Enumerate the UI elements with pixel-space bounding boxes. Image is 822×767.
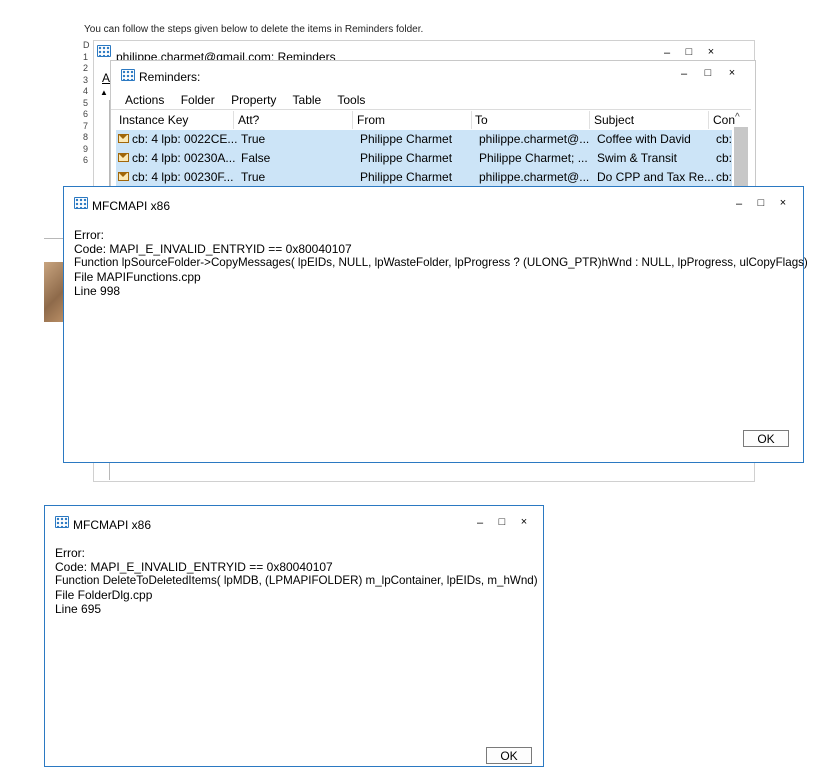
- menu-bar: Actions Folder Property Table Tools: [125, 93, 378, 107]
- cell-instance-key: cb: 4 lpb: 00230F...: [118, 170, 233, 184]
- error-label: Error:: [74, 228, 104, 242]
- col-separator: [352, 111, 353, 129]
- error-label: Error:: [55, 546, 85, 560]
- reminders-titlebar[interactable]: Reminders: – □ ×: [111, 61, 755, 89]
- app-icon: [121, 69, 135, 81]
- error-dialog-2-titlebar[interactable]: MFCMAPI x86 – □ ×: [45, 506, 543, 534]
- col-separator: [589, 111, 590, 129]
- error-code: Code: MAPI_E_INVALID_ENTRYID == 0x800401…: [74, 242, 352, 256]
- scrollbar-thumb[interactable]: [734, 127, 748, 189]
- cell-att: True: [241, 170, 266, 184]
- gutter-number: D: [83, 40, 90, 50]
- error-dialog-2-title: MFCMAPI x86: [73, 518, 152, 532]
- error-dialog-1-titlebar[interactable]: MFCMAPI x86 – □ ×: [64, 187, 803, 215]
- gutter-number: 7: [83, 120, 89, 131]
- instruction-text: You can follow the steps given below to …: [84, 24, 424, 35]
- gutter-number: 5: [83, 97, 89, 108]
- col-separator: [708, 111, 709, 129]
- error-line: Line 998: [74, 284, 121, 298]
- cell-from: Philippe Charmet: [360, 170, 453, 184]
- col-separator: [471, 111, 472, 129]
- menu-folder[interactable]: Folder: [181, 93, 215, 107]
- gutter-number: 2: [83, 63, 89, 73]
- menu-actions[interactable]: Actions: [125, 93, 164, 107]
- ok-button[interactable]: OK: [743, 430, 789, 447]
- bg-window-side-letter: A: [102, 71, 111, 85]
- background-photo: [44, 262, 64, 322]
- error-line: Line 695: [55, 602, 102, 616]
- cell-att: True: [241, 132, 266, 146]
- minimize-button[interactable]: –: [656, 47, 678, 59]
- gutter-number: 8: [83, 132, 89, 142]
- app-icon: [55, 516, 69, 528]
- app-icon: [74, 197, 88, 209]
- cell-instance-key: cb: 4 lpb: 00230A...: [118, 151, 235, 165]
- close-button[interactable]: ×: [772, 197, 794, 209]
- minimize-button[interactable]: –: [728, 198, 750, 210]
- gutter-number: 1: [83, 51, 89, 62]
- menu-table[interactable]: Table: [293, 93, 322, 107]
- col-header-con[interactable]: Con: [713, 113, 735, 127]
- minimize-button[interactable]: –: [469, 517, 491, 529]
- envelope-icon: [118, 153, 129, 162]
- cell-subject: Swim & Transit: [597, 151, 678, 165]
- reminders-title: Reminders:: [139, 70, 201, 84]
- maximize-button[interactable]: □: [697, 67, 719, 79]
- menu-tools[interactable]: Tools: [337, 93, 365, 107]
- ok-button[interactable]: OK: [486, 747, 532, 764]
- background-divider: [44, 238, 64, 239]
- cell-con: cb:: [716, 151, 733, 165]
- minimize-button[interactable]: –: [673, 68, 695, 80]
- col-header-subject[interactable]: Subject: [594, 113, 634, 127]
- error-file: File MAPIFunctions.cpp: [74, 270, 201, 284]
- col-header-att[interactable]: Att?: [238, 113, 259, 127]
- cell-to: philippe.charmet@...: [479, 170, 590, 184]
- cell-subject: Coffee with David: [597, 132, 691, 146]
- table-row[interactable]: cb: 4 lpb: 0022CE... True Philippe Charm…: [116, 130, 732, 149]
- cell-instance-key: cb: 4 lpb: 0022CE...: [118, 132, 237, 146]
- tree-expander-icon[interactable]: ▲: [100, 88, 108, 97]
- error-dialog-1-title: MFCMAPI x86: [92, 199, 171, 213]
- error-dialog-1: MFCMAPI x86 – □ × Error: Code: MAPI_E_IN…: [63, 186, 808, 463]
- col-separator: [233, 111, 234, 129]
- cell-subject: Do CPP and Tax Re...: [597, 170, 714, 184]
- grid-header-top: [111, 109, 751, 110]
- menu-property[interactable]: Property: [231, 93, 276, 107]
- cell-to: philippe.charmet@...: [479, 132, 590, 146]
- table-row[interactable]: cb: 4 lpb: 00230A... False Philippe Char…: [116, 149, 732, 168]
- cell-from: Philippe Charmet: [360, 132, 453, 146]
- error-file: File FolderDlg.cpp: [55, 588, 153, 602]
- error-function: Function lpSourceFolder->CopyMessages( l…: [74, 256, 808, 269]
- error-dialog-2: MFCMAPI x86 – □ × Error: Code: MAPI_E_IN…: [44, 505, 544, 767]
- maximize-button[interactable]: □: [491, 516, 513, 528]
- gutter-number: 6: [83, 109, 89, 119]
- gutter-number: 4: [83, 86, 89, 96]
- close-button[interactable]: ×: [513, 516, 535, 528]
- close-button[interactable]: ×: [721, 67, 743, 79]
- cell-to: Philippe Charmet; ...: [479, 151, 588, 165]
- cell-con: cb:: [716, 132, 733, 146]
- scroll-up-arrow-icon[interactable]: ^: [735, 112, 740, 123]
- cell-con: cb:: [716, 170, 733, 184]
- col-header-to[interactable]: To: [475, 113, 488, 127]
- error-function: Function DeleteToDeletedItems( lpMDB, (L…: [55, 574, 538, 587]
- app-icon: [97, 45, 111, 57]
- gutter-number: 6: [83, 155, 89, 165]
- cell-att: False: [241, 151, 271, 165]
- gutter-number: 3: [83, 74, 89, 85]
- envelope-icon: [118, 172, 129, 181]
- maximize-button[interactable]: □: [750, 197, 772, 209]
- line-number-gutter: D 1 2 3 4 5 6 7 8 9 6: [83, 40, 93, 167]
- maximize-button[interactable]: □: [678, 46, 700, 58]
- col-header-instance-key[interactable]: Instance Key: [119, 113, 188, 127]
- gutter-number: 9: [83, 143, 89, 154]
- error-code: Code: MAPI_E_INVALID_ENTRYID == 0x800401…: [55, 560, 333, 574]
- close-button[interactable]: ×: [700, 46, 722, 58]
- reminders-window: Reminders: – □ × Actions Folder Property…: [110, 60, 756, 190]
- envelope-icon: [118, 134, 129, 143]
- cell-from: Philippe Charmet: [360, 151, 453, 165]
- table-row[interactable]: cb: 4 lpb: 00230F... True Philippe Charm…: [116, 168, 732, 187]
- col-header-from[interactable]: From: [357, 113, 385, 127]
